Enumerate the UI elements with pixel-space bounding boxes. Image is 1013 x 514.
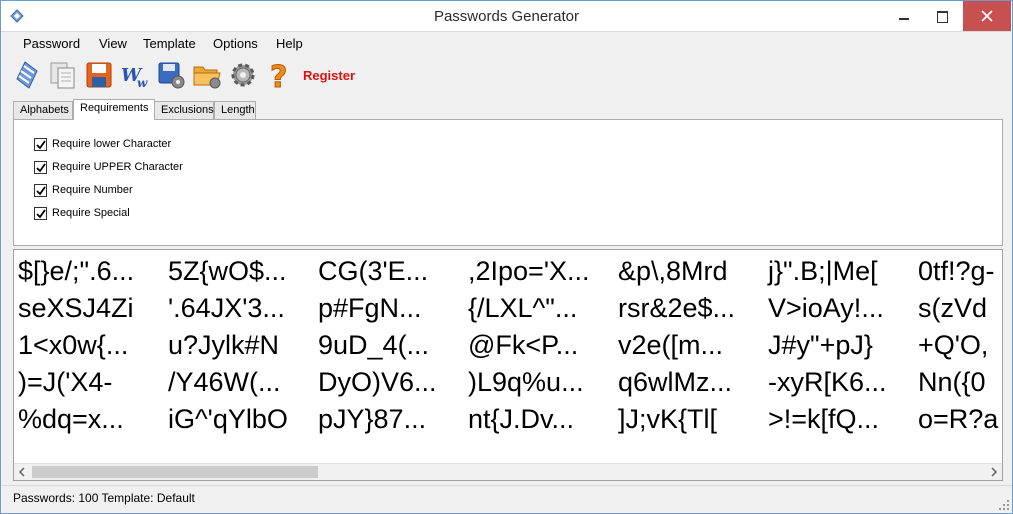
password-cell[interactable]: iG^'qYlbO	[168, 404, 288, 435]
title-bar[interactable]: Passwords Generator	[1, 1, 1012, 32]
status-bar: Passwords: 100 Template: Default	[1, 485, 1012, 513]
password-cell[interactable]: V>ioAy!...	[768, 293, 884, 324]
password-cell[interactable]: 1<x0w{...	[18, 330, 128, 361]
password-cell[interactable]: q6wlMz...	[618, 367, 732, 398]
generate-icon[interactable]	[11, 59, 43, 91]
password-cell[interactable]: u?Jylk#N	[168, 330, 279, 361]
password-cell[interactable]: o=R?a	[918, 404, 998, 435]
checkbox-label: Require lower Character	[52, 138, 172, 150]
checkbox-label: Require UPPER Character	[52, 161, 183, 173]
password-cell[interactable]: )=J('X4-	[18, 367, 112, 398]
chevron-right-icon	[991, 467, 998, 477]
menu-bar: Password View Template Options Help	[1, 33, 1012, 54]
copy-icon[interactable]	[47, 59, 79, 91]
close-button[interactable]	[963, 1, 1011, 31]
password-cell[interactable]: nt{J.Dv...	[468, 404, 574, 435]
password-cell[interactable]: {/LXL^"...	[468, 293, 577, 324]
word-export-icon[interactable]: W w	[119, 59, 151, 91]
password-cell[interactable]: ,2Ipo='X...	[468, 256, 590, 287]
menu-template[interactable]: Template	[143, 36, 196, 51]
password-cell[interactable]: s(zVd	[918, 293, 987, 324]
tab-exclusions[interactable]: Exclusions	[154, 101, 214, 120]
password-cell[interactable]: $[}e/;".6...	[18, 256, 134, 287]
status-text: Passwords: 100 Template: Default	[13, 491, 195, 505]
horizontal-scrollbar[interactable]	[14, 463, 1002, 480]
toolbar: W w ? Register	[1, 56, 1012, 96]
password-cell[interactable]: j}".B;|Me[	[768, 256, 878, 287]
password-cell[interactable]: 9uD_4(...	[318, 330, 429, 361]
password-cell[interactable]: /Y46W(...	[168, 367, 281, 398]
checkbox-label: Require Special	[52, 207, 130, 219]
checkmark-icon	[36, 163, 46, 173]
save-icon[interactable]	[83, 59, 115, 91]
checkmark-icon	[36, 186, 46, 196]
scroll-right-button[interactable]	[985, 464, 1002, 480]
tab-requirements[interactable]: Requirements	[73, 99, 155, 120]
svg-text:w: w	[137, 76, 148, 90]
password-cell[interactable]: >!=k[fQ...	[768, 404, 879, 435]
menu-password[interactable]: Password	[23, 36, 80, 51]
checkmark-icon	[36, 209, 46, 219]
password-cell[interactable]: J#y"+pJ}	[768, 330, 873, 361]
scroll-thumb[interactable]	[32, 466, 318, 478]
help-icon[interactable]: ?	[263, 59, 295, 92]
save-settings-icon[interactable]	[155, 59, 187, 91]
scroll-left-button[interactable]	[14, 464, 31, 480]
password-cell[interactable]: '.64JX'3...	[168, 293, 285, 324]
menu-view[interactable]: View	[99, 36, 127, 51]
password-cell[interactable]: %dq=x...	[18, 404, 124, 435]
checkbox-box[interactable]	[34, 207, 47, 220]
register-link[interactable]: Register	[303, 68, 355, 83]
resize-grip-icon[interactable]	[998, 499, 1010, 511]
checkbox-box[interactable]	[34, 184, 47, 197]
password-cell[interactable]: seXSJ4Zi	[18, 293, 134, 324]
settings-gear-icon[interactable]	[227, 59, 259, 91]
window-title: Passwords Generator	[433, 8, 580, 25]
checkbox-box[interactable]	[34, 161, 47, 174]
password-cell[interactable]: @Fk<P...	[468, 330, 578, 361]
checkbox-box[interactable]	[34, 138, 47, 151]
password-cell[interactable]: DyO)V6...	[318, 367, 437, 398]
menu-options[interactable]: Options	[213, 36, 258, 51]
maximize-button[interactable]	[925, 1, 959, 31]
tab-length[interactable]: Length	[214, 101, 256, 120]
requirements-panel: Require lower Character Require UPPER Ch…	[13, 119, 1003, 246]
password-cell[interactable]: p#FgN...	[318, 293, 422, 324]
open-folder-icon[interactable]	[191, 59, 223, 91]
app-window: Passwords Generator Password View Templa…	[0, 0, 1013, 514]
password-cell[interactable]: CG(3'E...	[318, 256, 428, 287]
password-cell[interactable]: v2e([m...	[618, 330, 723, 361]
password-output-area[interactable]: $[}e/;".6... 5Z{wO$... CG(3'E... ,2Ipo='…	[13, 249, 1003, 481]
tab-alphabets[interactable]: Alphabets	[13, 101, 73, 120]
password-cell[interactable]: rsr&2e$...	[618, 293, 735, 324]
svg-text:?: ?	[270, 60, 287, 91]
chevron-left-icon	[18, 467, 25, 477]
password-cell[interactable]: pJY}87...	[318, 404, 426, 435]
password-cell[interactable]: 0tf!?g-	[918, 256, 995, 287]
checkmark-icon	[36, 140, 46, 150]
menu-help[interactable]: Help	[276, 36, 303, 51]
password-cell[interactable]: ]J;vK{Tl[	[618, 404, 717, 435]
password-cell[interactable]: Nn({0	[918, 367, 986, 398]
minimize-button[interactable]	[887, 1, 921, 31]
password-cell[interactable]: 5Z{wO$...	[168, 256, 287, 287]
close-icon	[981, 10, 993, 22]
checkbox-label: Require Number	[52, 184, 133, 196]
password-cell[interactable]: -xyR[K6...	[768, 367, 887, 398]
password-cell[interactable]: &p\,8Mrd	[618, 256, 728, 287]
password-cell[interactable]: )L9q%u...	[468, 367, 584, 398]
password-cell[interactable]: +Q'O,	[918, 330, 988, 361]
